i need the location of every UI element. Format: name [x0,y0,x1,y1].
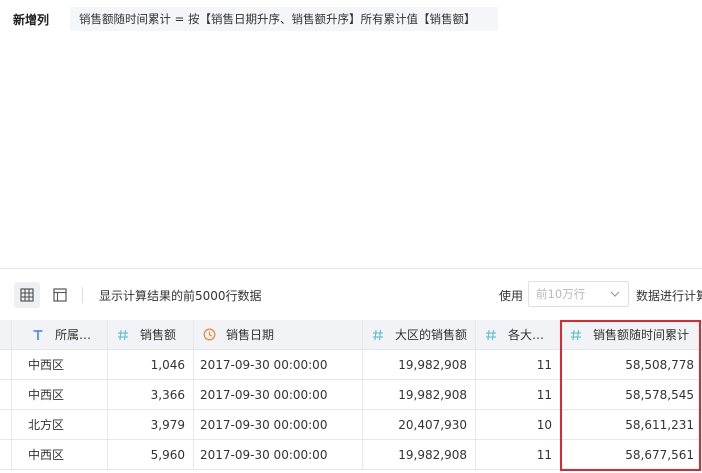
column-header-label: 各大… [508,328,545,342]
table-cell: 3,366 [108,380,194,410]
column-header-sales[interactable]: 销售额 [108,320,194,350]
column-header-region-sales[interactable]: 大区的销售额 [363,320,476,350]
clock-icon [202,328,216,342]
table-cell: 58,677,561 [561,440,702,470]
table-cell: 10 [476,410,561,440]
new-column-label: 新增列 [13,13,50,27]
table-left-edge [0,320,12,470]
table-cell: 19,982,908 [363,380,476,410]
table-cell: 2017-09-30 00:00:00 [194,380,363,410]
table-cell: 中西区 [12,380,108,410]
formula-display[interactable]: 销售额随时间累计 = 按【销售日期升序、销售额升序】所有累计值【销售额】 [70,7,498,31]
table-row: 中西区 1,046 2017-09-30 00:00:00 19,982,908… [12,350,702,380]
formula-panel: 新增列 销售额随时间累计 = 按【销售日期升序、销售额升序】所有累计值【销售额】 [0,0,702,268]
row-limit-select[interactable]: 前10万行 [528,281,629,307]
column-header-rank[interactable]: 各大… [476,320,561,350]
calc-suffix-text: 数据进行计算 [636,289,702,303]
table-cell: 20,407,930 [363,410,476,440]
table-row: 中西区 3,366 2017-09-30 00:00:00 19,982,908… [12,380,702,410]
table-cell: 5,960 [108,440,194,470]
column-header-cumulative-sales[interactable]: 销售额随时间累计 [561,320,702,350]
number-type-icon [116,328,130,342]
number-type-icon [484,328,498,342]
table-cell: 19,982,908 [363,440,476,470]
table-cell: 58,508,778 [561,350,702,380]
use-label: 使用 [499,289,524,303]
table-row: 北方区 3,979 2017-09-30 00:00:00 20,407,930… [12,410,702,440]
table-cell: 11 [476,350,561,380]
preview-row-info: 显示计算结果的前5000行数据 [99,289,262,303]
number-type-icon [371,328,385,342]
table-cell: 58,611,231 [561,410,702,440]
grid-view-button[interactable] [14,282,40,308]
column-header-label: 大区的销售额 [395,328,468,342]
table-cell: 3,979 [108,410,194,440]
formula-text: 销售额随时间累计 = 按【销售日期升序、销售额升序】所有累计值【销售额】 [79,12,476,26]
table-cell: 58,578,545 [561,380,702,410]
column-header-label: 销售额随时间累计 [593,328,690,342]
table-header-row: 所属… 销售额 销售日期 大区的销售额 各大… 销售额随时间累计 [12,320,702,350]
preview-toolbar: 显示计算结果的前5000行数据 使用 前10万行 数据进行计算 [0,276,702,314]
toolbar-divider [82,287,83,303]
table-cell: 11 [476,380,561,410]
chevron-down-icon [610,291,620,297]
layout-view-button[interactable] [47,282,73,308]
layout-icon [53,288,67,302]
divider [0,268,702,269]
table-row: 中西区 5,960 2017-09-30 00:00:00 19,982,908… [12,440,702,470]
column-header-label: 销售额 [140,328,177,342]
table-cell: 中西区 [12,440,108,470]
number-type-icon [569,328,583,342]
column-header-label: 所属… [55,328,92,342]
column-header-region[interactable]: 所属… [12,320,108,350]
text-type-icon [31,328,45,342]
table-cell: 北方区 [12,410,108,440]
table-cell: 中西区 [12,350,108,380]
table-cell: 2017-09-30 00:00:00 [194,410,363,440]
table-cell: 2017-09-30 00:00:00 [194,350,363,380]
table-cell: 19,982,908 [363,350,476,380]
table-cell: 11 [476,440,561,470]
table-cell: 2017-09-30 00:00:00 [194,440,363,470]
table-cell: 1,046 [108,350,194,380]
grid-icon [20,288,34,302]
row-limit-value: 前10万行 [536,287,586,301]
column-header-label: 销售日期 [226,328,275,342]
column-header-sale-date[interactable]: 销售日期 [194,320,363,350]
